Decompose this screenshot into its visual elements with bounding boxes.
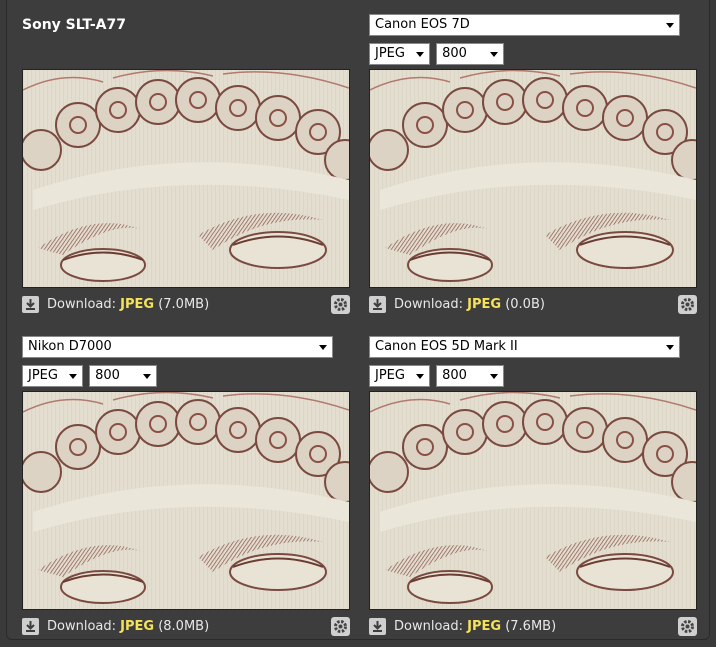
download-link[interactable]: Download: JPEG (8.0MB): [47, 618, 209, 636]
download-row: Download: JPEG (8.0MB): [22, 614, 350, 642]
sample-image[interactable]: [369, 391, 697, 610]
chevron-down-icon: [143, 374, 152, 379]
gear-icon[interactable]: [331, 617, 350, 636]
download-icon[interactable]: [369, 296, 386, 313]
chevron-down-icon: [69, 374, 77, 379]
camera-title: Sony SLT-A77: [22, 17, 126, 33]
panel-compare-2: Nikon D7000 JPEG 800 Download: JPEG (8.0…: [22, 336, 350, 642]
iso-select[interactable]: 800: [89, 365, 158, 387]
download-row: Download: JPEG (0.0B): [369, 292, 697, 320]
download-size: (7.6MB): [505, 619, 557, 634]
panel-compare-3: Canon EOS 5D Mark II JPEG 800 Download: …: [369, 336, 697, 642]
chevron-down-icon: [416, 374, 424, 379]
download-icon[interactable]: [369, 618, 386, 635]
chevron-down-icon: [666, 345, 674, 350]
download-icon[interactable]: [22, 618, 39, 635]
format-select[interactable]: JPEG: [369, 365, 430, 387]
sample-image-graphic: [370, 392, 696, 609]
chevron-down-icon: [319, 345, 327, 350]
download-row: Download: JPEG (7.0MB): [22, 292, 350, 320]
format-select[interactable]: JPEG: [22, 365, 83, 387]
gear-icon[interactable]: [678, 295, 697, 314]
download-format: JPEG: [467, 297, 502, 312]
camera-select[interactable]: Canon EOS 7D: [369, 14, 680, 36]
camera-select[interactable]: Canon EOS 5D Mark II: [369, 336, 680, 358]
download-row: Download: JPEG (7.6MB): [369, 614, 697, 642]
download-size: (0.0B): [505, 297, 545, 312]
download-link[interactable]: Download: JPEG (0.0B): [394, 296, 545, 314]
download-format: JPEG: [120, 297, 155, 312]
sample-image-graphic: [23, 392, 349, 609]
download-format: JPEG: [120, 619, 155, 634]
download-size: (7.0MB): [158, 297, 210, 312]
sample-image-graphic: [370, 70, 696, 287]
sample-image[interactable]: [369, 69, 697, 288]
chevron-down-icon: [666, 23, 674, 28]
gear-icon[interactable]: [678, 617, 697, 636]
sample-image-graphic: [23, 70, 349, 287]
download-size: (8.0MB): [158, 619, 210, 634]
sample-image[interactable]: [22, 391, 350, 610]
chevron-down-icon: [490, 374, 499, 379]
download-format: JPEG: [467, 619, 502, 634]
panel-sony: Sony SLT-A77 Download: JPEG (7.0MB): [22, 14, 350, 320]
gear-icon[interactable]: [331, 295, 350, 314]
download-link[interactable]: Download: JPEG (7.0MB): [47, 296, 209, 314]
iso-select[interactable]: 800: [436, 365, 505, 387]
chevron-down-icon: [490, 52, 499, 57]
chevron-down-icon: [416, 52, 424, 57]
download-link[interactable]: Download: JPEG (7.6MB): [394, 618, 556, 636]
camera-select[interactable]: Nikon D7000: [22, 336, 333, 358]
download-icon[interactable]: [22, 296, 39, 313]
format-select[interactable]: JPEG: [369, 43, 430, 65]
iso-select[interactable]: 800: [436, 43, 505, 65]
panel-compare-1: Canon EOS 7D JPEG 800 Download: JPEG (0.…: [369, 14, 697, 320]
sample-image[interactable]: [22, 69, 350, 288]
